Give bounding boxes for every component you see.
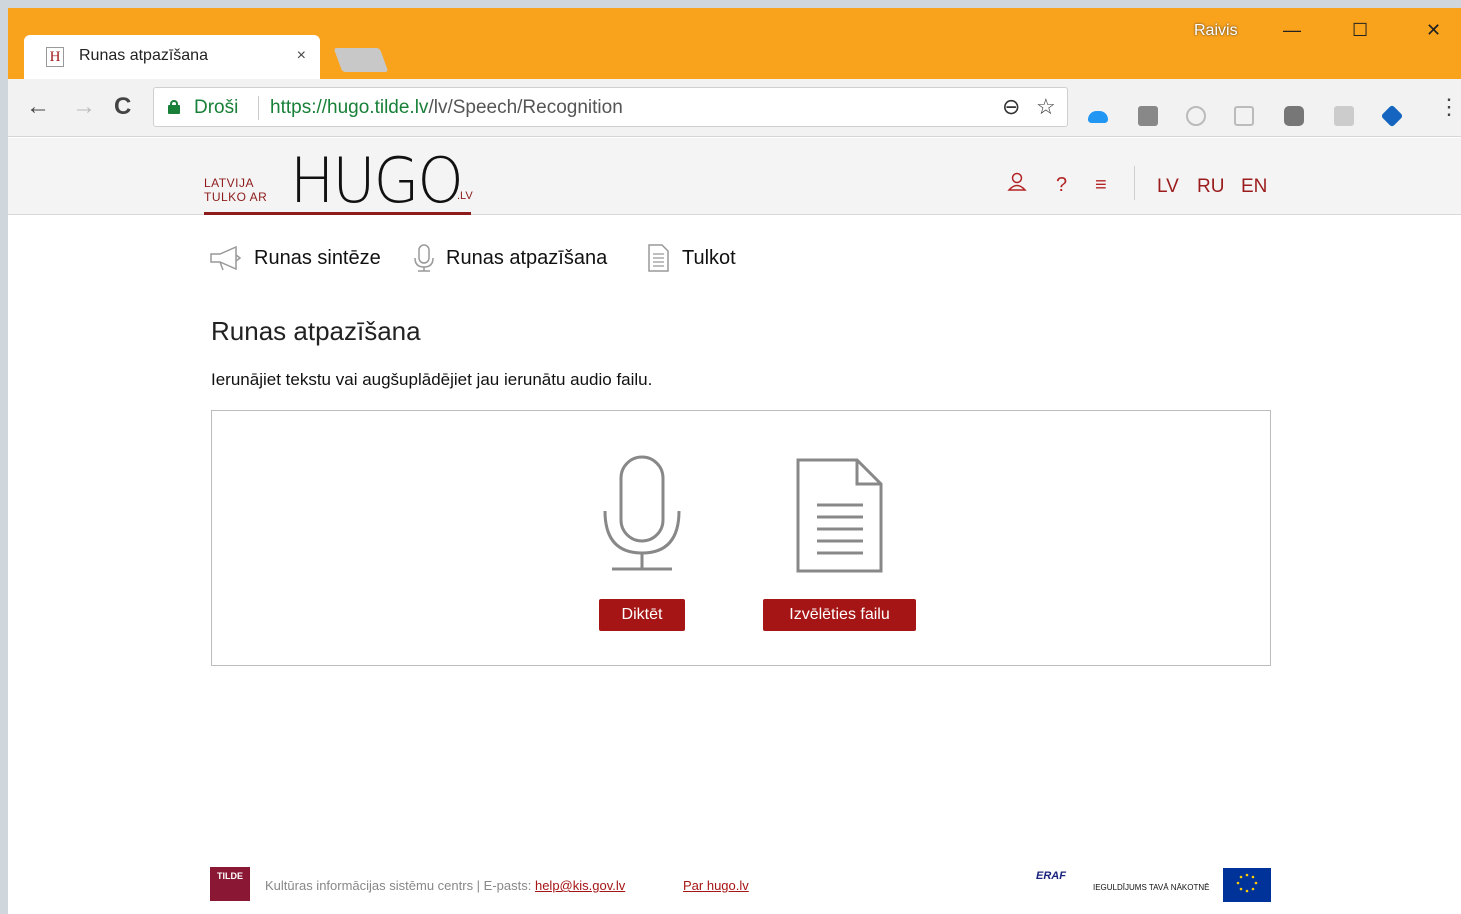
url-host: https://hugo.tilde.lv xyxy=(270,97,429,118)
pdf-extension-icon[interactable] xyxy=(1334,106,1354,126)
lock-icon xyxy=(168,100,180,114)
eu-flag-icon xyxy=(1223,868,1271,902)
eraf-label: ERAF xyxy=(1036,870,1066,882)
logo-wordmark: HUGO xyxy=(290,144,464,217)
secure-label: Droši xyxy=(194,97,239,118)
browser-menu-icon[interactable]: ⋮ xyxy=(1438,94,1460,120)
recognition-panel: Diktēt Izvēlēties failu xyxy=(211,410,1271,666)
large-microphone-icon xyxy=(603,455,681,571)
microphone-icon xyxy=(414,244,434,272)
nav-label: Runas atpazīšana xyxy=(446,246,608,269)
logo-line1: LATVIJA xyxy=(204,176,254,190)
r-extension-icon[interactable] xyxy=(1234,106,1254,126)
nav-label: Runas sintēze xyxy=(254,246,381,269)
logo-line2: TULKO AR xyxy=(204,190,268,204)
tab-close-icon[interactable]: × xyxy=(297,47,306,65)
nav-speech-recognition[interactable]: Runas atpazīšana xyxy=(412,243,607,273)
page-title: Runas atpazīšana xyxy=(211,316,421,346)
footer-contact: Kultūras informācijas sistēmu centrs | E… xyxy=(265,878,625,893)
service-nav: Runas sintēze Runas atpazīšana Tulkot xyxy=(208,243,808,273)
zoom-icon[interactable]: ⊖ xyxy=(1002,94,1020,120)
browser-titlebar: H Runas atpazīšana × Raivis — ☐ ✕ xyxy=(8,8,1461,79)
page-lead: Ierunājiet tekstu vai augšuplādējiet jau… xyxy=(211,370,653,389)
about-link[interactable]: Par hugo.lv xyxy=(683,878,749,893)
cloud-extension-icon[interactable] xyxy=(1088,111,1108,123)
footer-org-text: Kultūras informācijas sistēmu centrs | E… xyxy=(265,878,535,893)
document-icon xyxy=(648,244,669,272)
back-icon[interactable]: ← xyxy=(26,93,50,121)
forward-icon[interactable]: → xyxy=(72,93,96,121)
browser-tab[interactable]: H Runas atpazīšana × xyxy=(24,35,320,79)
extension-icon[interactable] xyxy=(1138,106,1158,126)
reload-icon[interactable]: C xyxy=(114,93,131,121)
new-tab-button[interactable] xyxy=(333,48,389,72)
pocket-extension-icon[interactable] xyxy=(1284,106,1304,126)
tab-title: Runas atpazīšana xyxy=(79,47,208,64)
tilde-logo[interactable]: TILDE xyxy=(210,867,250,901)
url-path: /lv/Speech/Recognition xyxy=(428,97,623,118)
logo-suffix: .LV xyxy=(457,190,473,202)
lang-ru[interactable]: RU xyxy=(1197,176,1224,198)
eraf-logo: ERAF IEGULDĪJUMS TAVĀ NĀKOTNĒ xyxy=(1033,868,1223,904)
megaphone-icon xyxy=(210,245,242,271)
choose-file-button[interactable]: Izvēlēties failu xyxy=(763,599,916,631)
nav-label: Tulkot xyxy=(682,246,736,269)
hugo-logo[interactable]: LATVIJA TULKO AR HUGO .LV xyxy=(204,144,474,218)
nav-translate[interactable]: Tulkot xyxy=(644,243,736,273)
user-icon[interactable] xyxy=(1007,172,1027,192)
email-link[interactable]: help@kis.gov.lv xyxy=(535,878,625,893)
dictate-button[interactable]: Diktēt xyxy=(599,599,685,631)
lang-lv[interactable]: LV xyxy=(1157,176,1179,198)
eraf-slogan: IEGULDĪJUMS TAVĀ NĀKOTNĒ xyxy=(1093,883,1210,892)
hugo-favicon-icon: H xyxy=(46,47,64,67)
browser-window: H Runas atpazīšana × Raivis — ☐ ✕ ← → C … xyxy=(8,8,1461,914)
site-footer: TILDE Kultūras informācijas sistēmu cent… xyxy=(8,862,1461,906)
minimize-icon[interactable]: — xyxy=(1283,20,1301,41)
lang-en[interactable]: EN xyxy=(1241,176,1267,198)
profile-name[interactable]: Raivis xyxy=(1194,22,1238,40)
bookmark-star-icon[interactable]: ☆ xyxy=(1036,94,1056,120)
url-text: https://hugo.tilde.lv/lv/Speech/Recognit… xyxy=(270,97,623,119)
help-icon[interactable]: ? xyxy=(1056,174,1067,197)
menu-icon[interactable]: ≡ xyxy=(1095,174,1107,197)
logo-tagline: LATVIJA TULKO AR xyxy=(204,176,267,204)
maximize-icon[interactable]: ☐ xyxy=(1352,20,1368,41)
header-divider xyxy=(1134,166,1135,200)
site-header: LATVIJA TULKO AR HUGO .LV ? ≡ LV RU EN xyxy=(8,138,1461,218)
logo-underline xyxy=(204,212,471,215)
settings-extension-icon[interactable] xyxy=(1186,106,1206,126)
address-bar[interactable]: Droši https://hugo.tilde.lv/lv/Speech/Re… xyxy=(153,87,1068,127)
nav-speech-synthesis[interactable]: Runas sintēze xyxy=(208,243,381,273)
omnibox-divider xyxy=(258,96,259,120)
large-document-icon xyxy=(796,458,883,573)
eu-stars-icon xyxy=(1236,873,1258,893)
close-window-icon[interactable]: ✕ xyxy=(1426,20,1441,41)
